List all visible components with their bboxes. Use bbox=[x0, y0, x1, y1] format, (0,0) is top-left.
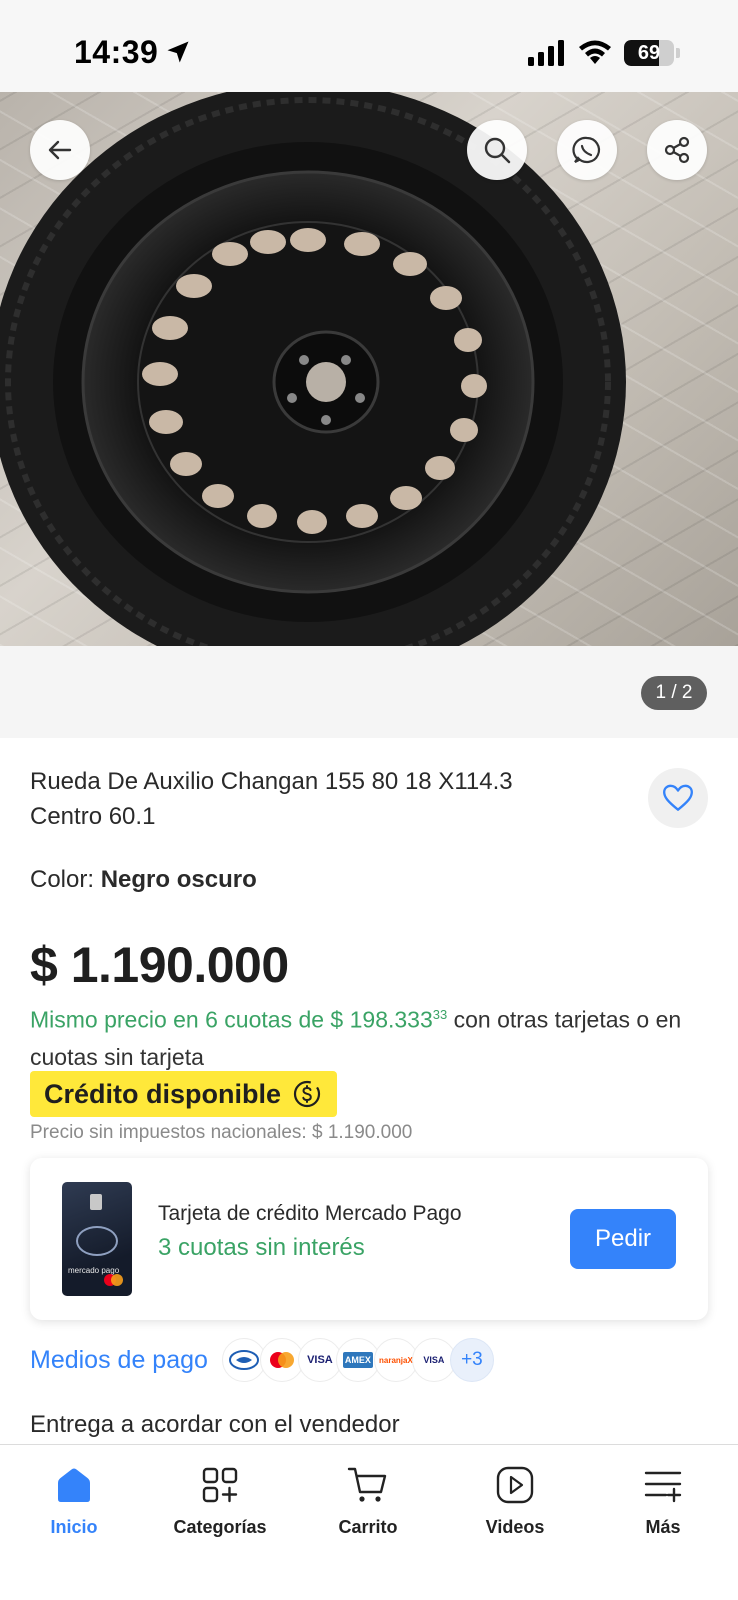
card-offer-subtitle: 3 cuotas sin interés bbox=[158, 1234, 365, 1261]
delivery-info: Entrega a acordar con el vendedor bbox=[30, 1411, 400, 1438]
more-icon bbox=[644, 1471, 682, 1503]
share-button[interactable] bbox=[647, 120, 707, 180]
card-offer-title: Tarjeta de crédito Mercado Pago bbox=[158, 1202, 462, 1225]
tab-videos[interactable]: Videos bbox=[450, 1463, 580, 1538]
tab-categorias[interactable]: Categorías bbox=[155, 1463, 285, 1538]
tab-label-categorias: Categorías bbox=[173, 1517, 267, 1537]
payment-methods-link[interactable]: Medios de pago bbox=[30, 1346, 208, 1375]
categories-icon bbox=[202, 1467, 238, 1503]
tab-inicio[interactable]: Inicio bbox=[9, 1463, 139, 1538]
video-icon bbox=[496, 1466, 534, 1504]
back-button[interactable] bbox=[30, 120, 90, 180]
battery-level: 69 bbox=[637, 42, 661, 64]
image-counter: 1 / 2 bbox=[641, 676, 707, 710]
home-icon bbox=[58, 1468, 90, 1502]
tab-mas[interactable]: Más bbox=[598, 1463, 728, 1538]
tax-note: Precio sin impuestos nacionales: $ 1.190… bbox=[30, 1122, 413, 1143]
battery-indicator: 69 bbox=[624, 40, 674, 66]
credit-available-badge[interactable]: Crédito disponible bbox=[30, 1071, 338, 1117]
search-icon bbox=[484, 137, 511, 164]
payment-methods-row[interactable]: Medios de pago VISA AMEX naranjaX VISA +… bbox=[30, 1338, 494, 1382]
payment-logos: VISA AMEX naranjaX VISA +3 bbox=[221, 1338, 494, 1382]
spare-wheel-image bbox=[0, 92, 626, 646]
price: $ 1.190.000 bbox=[30, 937, 289, 993]
cellular-signal-icon bbox=[528, 40, 564, 66]
battery-tip bbox=[676, 48, 680, 58]
dollar-coin-icon bbox=[293, 1080, 321, 1108]
card-chip bbox=[90, 1194, 102, 1210]
color-line: Color: Negro oscuro bbox=[30, 866, 257, 894]
location-arrow-icon bbox=[167, 41, 189, 63]
tab-label-carrito: Carrito bbox=[338, 1517, 398, 1537]
bottom-tab-bar: Inicio Categorías Carrito Videos Más bbox=[0, 1444, 738, 1600]
status-bar: 14:39 69 bbox=[0, 0, 738, 92]
cart-icon bbox=[347, 1467, 387, 1502]
tab-carrito[interactable]: Carrito bbox=[303, 1463, 433, 1538]
gallery-footer bbox=[0, 646, 738, 738]
mercado-pago-card-offer: mercado pago Tarjeta de crédito Mercado … bbox=[30, 1158, 708, 1320]
handshake-logo-icon bbox=[76, 1226, 118, 1256]
tab-label-videos: Videos bbox=[485, 1517, 545, 1537]
tab-label-mas: Más bbox=[645, 1517, 681, 1537]
whatsapp-icon bbox=[572, 136, 601, 164]
color-value: Negro oscuro bbox=[100, 866, 257, 893]
heart-icon bbox=[663, 784, 693, 811]
product-title: Rueda De Auxilio Changan 155 80 18 X114.… bbox=[30, 768, 513, 830]
installments-info: Mismo precio en 6 cuotas de $ 198.33333 … bbox=[30, 996, 720, 1076]
credit-card-image: mercado pago bbox=[62, 1182, 132, 1296]
mastercard-circle-orange bbox=[111, 1274, 123, 1286]
whatsapp-share-button[interactable] bbox=[557, 120, 617, 180]
search-button[interactable] bbox=[467, 120, 527, 180]
wifi-icon bbox=[579, 40, 611, 64]
amex-logo-text: AMEX bbox=[342, 1352, 373, 1368]
status-time: 14:39 bbox=[74, 34, 159, 70]
tab-label-inicio: Inicio bbox=[50, 1517, 98, 1537]
installments-cents: 33 bbox=[432, 1007, 448, 1022]
installments-green-text: Mismo precio en 6 cuotas de $ 198.333 bbox=[30, 1006, 433, 1033]
credit-badge-label: Crédito disponible bbox=[44, 1078, 282, 1109]
favorite-button[interactable] bbox=[648, 768, 708, 828]
arrow-left-icon bbox=[48, 140, 72, 160]
request-card-button[interactable]: Pedir bbox=[570, 1209, 676, 1269]
color-label: Color: bbox=[30, 866, 95, 893]
product-image[interactable] bbox=[0, 92, 738, 646]
more-payment-methods-badge[interactable]: +3 bbox=[449, 1338, 494, 1382]
share-icon bbox=[664, 136, 690, 164]
